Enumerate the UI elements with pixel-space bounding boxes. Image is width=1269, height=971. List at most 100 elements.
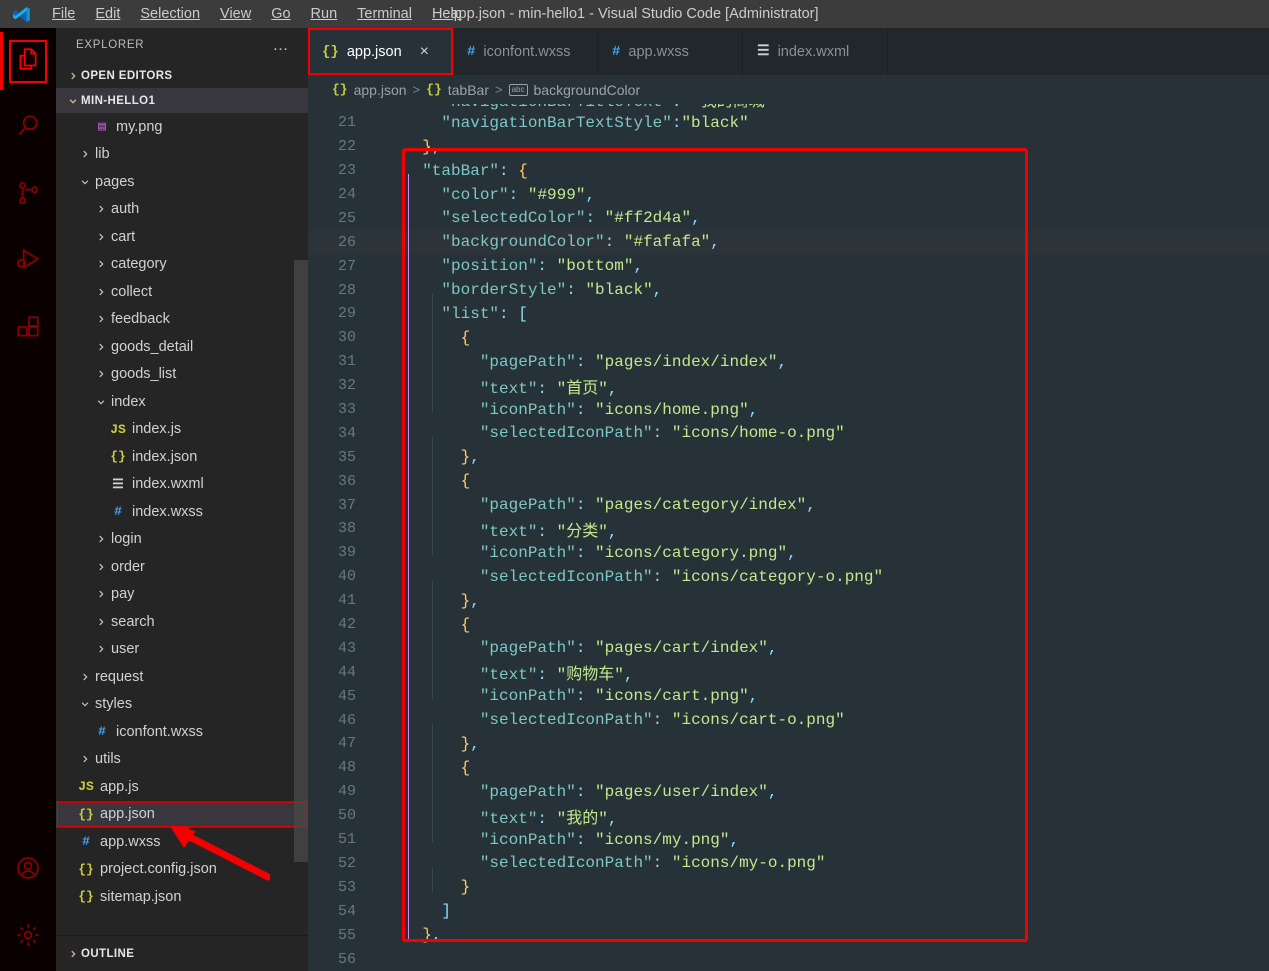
code-line[interactable]: 36 { <box>308 469 1269 493</box>
code-line[interactable]: 30 { <box>308 326 1269 350</box>
tree-file-row[interactable]: {} app.json <box>56 800 308 828</box>
code-line[interactable]: 29 "list": [ <box>308 302 1269 326</box>
chevron-right-icon[interactable] <box>92 311 109 328</box>
menu-bar[interactable]: File Edit Selection View Go Run Terminal… <box>42 0 472 28</box>
close-icon[interactable]: × <box>420 43 429 60</box>
tree-folder-row[interactable]: lib <box>56 141 308 169</box>
chevron-right-icon[interactable] <box>92 613 109 630</box>
tree-file-row[interactable]: JS index.js <box>56 416 308 444</box>
code-line[interactable]: 24 "color": "#999", <box>308 183 1269 207</box>
code-line[interactable]: 27 "position": "bottom", <box>308 254 1269 278</box>
code-line[interactable]: 45 "iconPath": "icons/cart.png", <box>308 684 1269 708</box>
code-line[interactable]: 37 "pagePath": "pages/category/index", <box>308 493 1269 517</box>
menu-terminal[interactable]: Terminal <box>347 0 422 28</box>
breadcrumb-item-backgroundcolor[interactable]: backgroundColor <box>534 82 641 98</box>
code-line[interactable]: 35 }, <box>308 445 1269 469</box>
tree-file-row[interactable]: JS app.js <box>56 773 308 801</box>
open-editors-section-header[interactable]: OPEN EDITORS <box>56 63 308 88</box>
activity-extensions-button[interactable] <box>0 296 56 363</box>
chevron-right-icon[interactable] <box>76 751 93 768</box>
breadcrumb-item-file[interactable]: app.json <box>354 82 407 98</box>
code-line[interactable]: 44 "text": "购物车", <box>308 660 1269 685</box>
code-line[interactable]: 51 "iconPath": "icons/my.png", <box>308 828 1269 852</box>
tree-folder-row[interactable]: collect <box>56 278 308 306</box>
code-line[interactable]: 53 } <box>308 875 1269 899</box>
code-line[interactable]: 52 "selectedIconPath": "icons/my-o.png" <box>308 852 1269 876</box>
code-editor[interactable]: 20 "navigationBarTitleText": "我的商城"21 "n… <box>308 104 1269 971</box>
code-line[interactable]: 48 { <box>308 756 1269 780</box>
code-line[interactable]: 50 "text": "我的", <box>308 804 1269 828</box>
menu-run[interactable]: Run <box>301 0 348 28</box>
code-line[interactable]: 31 "pagePath": "pages/index/index", <box>308 350 1269 374</box>
code-line[interactable]: 42 { <box>308 613 1269 637</box>
code-line[interactable]: 22 }, <box>308 135 1269 159</box>
tree-folder-row[interactable]: feedback <box>56 306 308 334</box>
chevron-right-icon[interactable] <box>92 228 109 245</box>
activity-explorer-button[interactable] <box>0 28 56 95</box>
code-line[interactable]: 56 <box>308 947 1269 971</box>
tree-folder-row[interactable]: search <box>56 608 308 636</box>
chevron-down-icon[interactable] <box>76 173 93 190</box>
chevron-right-icon[interactable] <box>92 641 109 658</box>
code-line[interactable]: 28 "borderStyle": "black", <box>308 278 1269 302</box>
code-line[interactable]: 23 "tabBar": { <box>308 159 1269 183</box>
breadcrumb-item-tabbar[interactable]: tabBar <box>448 82 489 98</box>
chevron-right-icon[interactable] <box>92 586 109 603</box>
activity-search-button[interactable] <box>0 95 56 162</box>
tree-folder-row[interactable]: request <box>56 663 308 691</box>
tree-folder-row[interactable]: pages <box>56 168 308 196</box>
activity-manage-button[interactable] <box>0 904 56 971</box>
activity-source-control-button[interactable] <box>0 162 56 229</box>
tree-folder-row[interactable]: styles <box>56 691 308 719</box>
code-line[interactable]: 38 "text": "分类", <box>308 517 1269 541</box>
tree-file-row[interactable]: # app.wxss <box>56 828 308 856</box>
tree-folder-row[interactable]: cart <box>56 223 308 251</box>
code-line[interactable]: 55 }, <box>308 923 1269 947</box>
code-line[interactable]: 32 "text": "首页", <box>308 374 1269 398</box>
code-line[interactable]: 39 "iconPath": "icons/category.png", <box>308 541 1269 565</box>
tree-file-row[interactable]: ▤ my.png <box>56 113 308 141</box>
menu-file[interactable]: File <box>42 0 85 28</box>
menu-go[interactable]: Go <box>261 0 300 28</box>
project-section-header[interactable]: MIN-HELLO1 <box>56 88 308 113</box>
code-line[interactable]: 26 "backgroundColor": "#fafafa", <box>308 230 1269 255</box>
chevron-right-icon[interactable] <box>76 668 93 685</box>
chevron-right-icon[interactable] <box>92 201 109 218</box>
menu-edit[interactable]: Edit <box>85 0 130 28</box>
editor-tab-app-wxss[interactable]: # app.wxss <box>598 28 743 75</box>
editor-tab-app-json[interactable]: {} app.json × <box>308 28 453 75</box>
tree-folder-row[interactable]: goods_list <box>56 361 308 389</box>
code-line[interactable]: 25 "selectedColor": "#ff2d4a", <box>308 206 1269 230</box>
chevron-right-icon[interactable] <box>92 558 109 575</box>
code-line[interactable]: 49 "pagePath": "pages/user/index", <box>308 780 1269 804</box>
tree-folder-row[interactable]: order <box>56 553 308 581</box>
tree-folder-row[interactable]: utils <box>56 746 308 774</box>
file-tree[interactable]: ▤ my.png lib pages auth cart category collect fe… <box>56 113 308 923</box>
code-line[interactable]: 40 "selectedIconPath": "icons/category-o… <box>308 565 1269 589</box>
tree-file-row[interactable]: # index.wxss <box>56 498 308 526</box>
outline-section-header[interactable]: OUTLINE <box>56 935 308 971</box>
code-line[interactable]: 34 "selectedIconPath": "icons/home-o.png… <box>308 421 1269 445</box>
sidebar-more-actions-icon[interactable]: … <box>273 28 297 63</box>
chevron-down-icon[interactable] <box>76 696 93 713</box>
chevron-right-icon[interactable] <box>76 146 93 163</box>
editor-tab-index-wxml[interactable]: ☰ index.wxml <box>743 28 888 75</box>
tree-file-row[interactable]: {} index.json <box>56 443 308 471</box>
editor-tab-iconfont-wxss[interactable]: # iconfont.wxss <box>453 28 598 75</box>
code-line[interactable]: 21 "navigationBarTextStyle":"black" <box>308 111 1269 135</box>
code-line[interactable]: 46 "selectedIconPath": "icons/cart-o.png… <box>308 708 1269 732</box>
code-line[interactable]: 20 "navigationBarTitleText": "我的商城" <box>308 104 1269 111</box>
tree-folder-row[interactable]: login <box>56 526 308 554</box>
menu-help[interactable]: Help <box>422 0 472 28</box>
chevron-right-icon[interactable] <box>92 338 109 355</box>
code-line[interactable]: 41 }, <box>308 589 1269 613</box>
chevron-right-icon[interactable] <box>92 531 109 548</box>
code-line[interactable]: 54 ] <box>308 899 1269 923</box>
chevron-down-icon[interactable] <box>92 393 109 410</box>
menu-view[interactable]: View <box>210 0 261 28</box>
activity-run-debug-button[interactable] <box>0 229 56 296</box>
breadcrumb[interactable]: {} app.json > {} tabBar > abc background… <box>308 75 1269 104</box>
editor-tab-bar[interactable]: {} app.json × # iconfont.wxss # app.wxss ☰ index… <box>308 28 1269 75</box>
code-line[interactable]: 47 }, <box>308 732 1269 756</box>
code-lines[interactable]: 20 "navigationBarTitleText": "我的商城"21 "n… <box>308 104 1269 971</box>
